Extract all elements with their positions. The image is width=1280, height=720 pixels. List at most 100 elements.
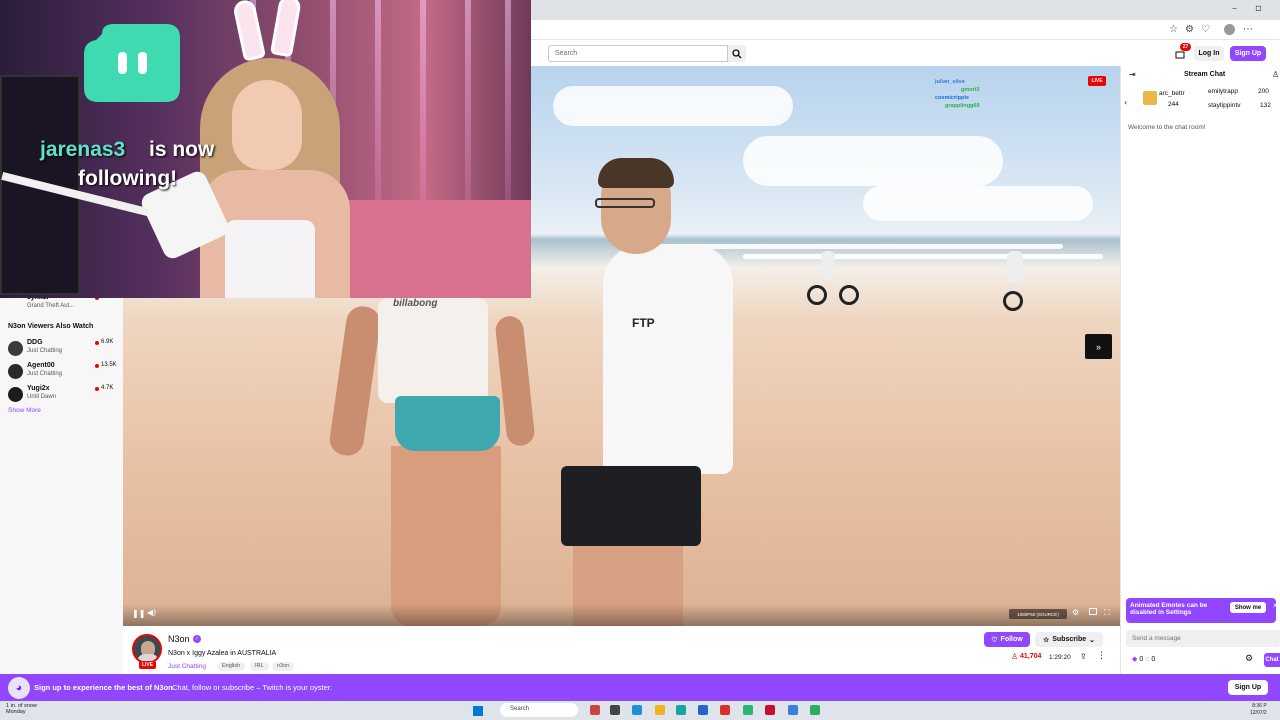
more-options-icon[interactable]: ⋮ xyxy=(1097,651,1106,661)
top-gifter-count: 132 xyxy=(1260,102,1271,109)
chat-send-button[interactable]: Chat xyxy=(1264,653,1280,667)
windows-start-icon[interactable] xyxy=(473,706,483,716)
taskbar-app-icon[interactable] xyxy=(610,705,620,715)
clock-date: 12/07/2 xyxy=(1250,710,1267,716)
taskbar-app-icon[interactable] xyxy=(788,705,798,715)
pause-icon[interactable]: ❚❚ xyxy=(132,609,145,618)
taskbar-app-icon[interactable] xyxy=(765,705,775,715)
taskbar-app-icon[interactable] xyxy=(676,705,686,715)
channel-avatar[interactable] xyxy=(132,634,162,664)
taskbar-app-icon[interactable] xyxy=(743,705,753,715)
weather-widget[interactable]: 1 in. of snow Monday xyxy=(6,703,37,715)
stream-category-link[interactable]: Just Chatting xyxy=(168,663,206,670)
theatre-mode-icon[interactable] xyxy=(1089,608,1097,615)
streamer-face xyxy=(232,80,302,170)
tag-n3on[interactable]: n3on xyxy=(272,662,295,671)
shirt-logo: FTP xyxy=(632,316,655,330)
avatar xyxy=(8,341,23,356)
person-shorts xyxy=(395,396,500,451)
maximize-icon[interactable]: ▫ xyxy=(1255,3,1262,14)
chat-settings-gear-icon[interactable]: ⚙ xyxy=(1245,654,1253,664)
search-input[interactable]: Search xyxy=(548,45,728,62)
bits-icon: ◆ xyxy=(1132,656,1138,663)
follow-alert-text: following! xyxy=(78,167,178,190)
twitch-glitch-icon: ◕ xyxy=(8,677,30,699)
viewer-count: 4.7K xyxy=(101,385,114,391)
stream-title: N3on x Iggy Azalea in AUSTRALIA xyxy=(168,650,277,657)
search-button[interactable] xyxy=(728,45,746,62)
sidebar-item-ddg[interactable]: DDG Just Chatting 6.9K xyxy=(8,339,120,359)
profile-avatar[interactable] xyxy=(1224,24,1235,35)
channel-category: Until Dawn xyxy=(27,394,57,400)
share-icon[interactable]: ⇪ xyxy=(1080,652,1087,661)
channel-name[interactable]: N3on xyxy=(168,634,190,644)
subscribe-button[interactable]: ☆ Subscribe ⌄ xyxy=(1035,632,1103,647)
taskbar-app-icon[interactable] xyxy=(590,705,600,715)
tag-english[interactable]: English xyxy=(217,662,246,671)
channel-category: Grand Theft Aut... xyxy=(27,303,75,309)
person-legs xyxy=(391,446,501,626)
top-gifter-name: staytippintv xyxy=(1208,102,1241,109)
billabong-logo: billabong xyxy=(393,298,438,309)
bunny-ear xyxy=(232,0,266,62)
gift-icon xyxy=(1143,91,1157,105)
cloud xyxy=(553,86,793,126)
signup-button[interactable]: Sign Up xyxy=(1230,46,1266,61)
sidebar-item-yugi2x[interactable]: Yugi2x Until Dawn 4.7K xyxy=(8,385,120,405)
taskbar-search[interactable]: Search xyxy=(500,703,578,717)
expand-icon[interactable]: » xyxy=(1085,334,1112,359)
heart-icon: ♡ xyxy=(991,636,998,644)
top-gifter-name: arc_bettr xyxy=(1159,90,1185,97)
taskbar-app-icon[interactable] xyxy=(810,705,820,715)
taskbar-app-icon[interactable] xyxy=(632,705,642,715)
weather-day: Monday xyxy=(6,709,26,715)
fullscreen-icon[interactable]: ⛶ xyxy=(1104,608,1110,618)
chevron-left-icon[interactable]: ‹ xyxy=(1124,98,1127,107)
sidebar-heading: N3on Viewers Also Watch xyxy=(8,323,94,330)
overlay-chat-user: grapplingg69 xyxy=(945,103,980,109)
channel-points[interactable]: ◆ 0 ◌ 0 xyxy=(1132,655,1155,663)
close-icon[interactable]: × xyxy=(1273,601,1278,610)
chat-panel xyxy=(1120,66,1280,674)
taskbar-app-icon[interactable] xyxy=(655,705,665,715)
settings-gear-icon[interactable]: ⚙ xyxy=(1072,608,1079,617)
extensions-icon[interactable]: ⚙ xyxy=(1185,24,1194,35)
video-controls-bar xyxy=(123,604,1120,626)
live-dot-icon xyxy=(95,387,99,391)
menu-icon[interactable]: ⋯ xyxy=(1243,24,1253,35)
live-dot-icon xyxy=(95,341,99,345)
taskbar-app-icon[interactable] xyxy=(698,705,708,715)
sidebar-item-agent00[interactable]: Agent00 Just Chatting 13.5K xyxy=(8,362,120,382)
wave xyxy=(683,244,1063,249)
bookmark-star-icon[interactable]: ☆ xyxy=(1169,24,1178,35)
show-me-button[interactable]: Show me xyxy=(1230,602,1266,613)
clock-time: 8:36 P xyxy=(1252,703,1267,709)
volume-icon[interactable]: ◀) xyxy=(147,608,156,617)
cloud xyxy=(863,186,1093,221)
chat-message-input[interactable]: Send a message xyxy=(1126,630,1280,647)
person-arm xyxy=(327,304,383,458)
follow-alert-text: is now xyxy=(149,138,215,161)
chat-users-icon[interactable]: ♙ xyxy=(1272,70,1279,79)
avatar xyxy=(8,364,23,379)
collapse-chat-icon[interactable]: ⇥ xyxy=(1129,70,1136,79)
banner-subtext: Chat, follow or subscribe – Twitch is yo… xyxy=(172,683,332,692)
chat-welcome-message: Welcome to the chat room! xyxy=(1128,124,1206,131)
tag-irl[interactable]: IRL xyxy=(250,662,269,671)
streamer-top xyxy=(225,220,315,298)
minimize-icon[interactable]: – xyxy=(1232,3,1237,14)
system-clock[interactable]: 8:36 P 12/07/2 xyxy=(1250,703,1267,717)
viewer-count: 13.5K xyxy=(101,362,117,368)
login-button[interactable]: Log In xyxy=(1194,46,1224,61)
follow-button[interactable]: ♡ Follow xyxy=(984,632,1030,647)
search-icon xyxy=(732,48,742,58)
channel-category: Just Chatting xyxy=(27,348,63,354)
points-value: 0 xyxy=(1151,656,1156,663)
banner-signup-button[interactable]: Sign Up xyxy=(1228,680,1268,695)
avatar xyxy=(8,387,23,402)
favorites-icon[interactable]: ♡ xyxy=(1201,24,1210,35)
show-more-link[interactable]: Show More xyxy=(8,407,41,414)
top-gifter-name: emilytrapp xyxy=(1208,88,1238,95)
taskbar-app-icon[interactable] xyxy=(720,705,730,715)
person-shirt xyxy=(603,244,733,474)
